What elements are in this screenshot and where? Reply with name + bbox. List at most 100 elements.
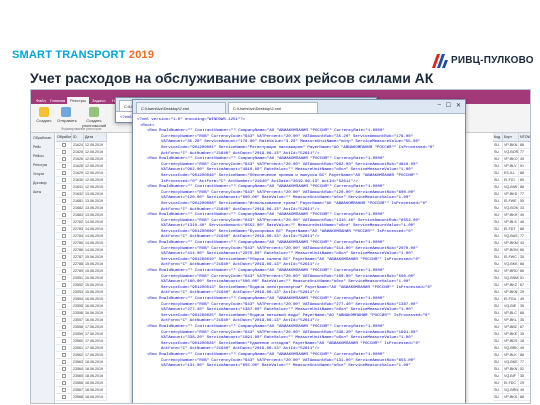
row-checkbox[interactable] [56,345,72,352]
row-checkbox[interactable] [56,331,72,338]
checkbox-icon[interactable] [62,227,66,231]
table-cell[interactable]: 22784 [72,233,84,240]
table-cell[interactable]: 23566 [72,380,84,387]
table-cell[interactable]: 66 [519,247,530,254]
table-cell[interactable]: 89 [519,177,530,184]
row-checkbox[interactable] [56,163,72,170]
table-cell[interactable]: SU [493,240,503,247]
checkbox-icon[interactable] [62,157,66,161]
table-cell[interactable]: 14.06.2019 [84,240,107,247]
table-cell[interactable]: 21625 [72,149,84,156]
table-cell[interactable]: 33 [519,205,530,212]
table-cell[interactable]: VP-BKO [503,156,519,163]
row-checkbox[interactable] [56,394,72,401]
table-cell[interactable]: 67 [519,282,530,289]
row-checkbox[interactable] [56,226,72,233]
table-cell[interactable]: 23555 [72,303,84,310]
table-cell[interactable]: 77 [519,359,530,366]
checkbox-icon[interactable] [62,381,66,385]
row-checkbox[interactable] [56,254,72,261]
column-header[interactable]: Борт [503,133,519,142]
row-checkbox[interactable] [56,380,72,387]
send-button[interactable]: Отправить [57,107,77,123]
table-cell[interactable]: EI-FWE [503,198,519,205]
table-cell[interactable]: SU [493,338,503,345]
table-cell[interactable]: 77 [519,149,530,156]
column-header[interactable]: NTOW [519,133,530,142]
table-cell[interactable]: VQ-BIF [503,373,519,380]
table-cell[interactable]: 13.06.2019 [84,191,107,198]
checkbox-icon[interactable] [62,164,66,168]
table-cell[interactable]: 49 [519,296,530,303]
table-cell[interactable]: 22786 [72,247,84,254]
table-cell[interactable]: 15.06.2019 [84,289,107,296]
table-cell[interactable]: 88 [519,261,530,268]
table-cell[interactable]: SU [493,352,503,359]
table-cell[interactable]: 14.06.2019 [84,233,107,240]
column-header[interactable]: Код [493,133,503,142]
table-cell[interactable]: 21628 [72,163,84,170]
table-cell[interactable]: 49 [519,212,530,219]
table-cell[interactable]: SU [493,254,503,261]
table-cell[interactable]: 23554 [72,296,84,303]
table-cell[interactable]: 77 [519,191,530,198]
checkbox-icon[interactable] [62,199,66,203]
table-cell[interactable]: SU [493,282,503,289]
checkbox-icon[interactable] [62,318,66,322]
table-cell[interactable]: SU [493,275,503,282]
row-checkbox[interactable] [56,247,72,254]
column-header[interactable]: Обработано [56,133,72,142]
table-cell[interactable]: SU [493,394,503,401]
table-cell[interactable]: 12.06.2019 [84,149,107,156]
maximize-icon[interactable]: ☐ [446,102,451,109]
table-cell[interactable]: 23565 [72,373,84,380]
table-cell[interactable]: 23568 [72,394,84,401]
table-cell[interactable]: 29 [519,380,530,387]
table-cell[interactable]: 67 [519,324,530,331]
row-checkbox[interactable] [56,219,72,226]
nav-item[interactable]: Обработан [32,135,54,142]
checkbox-icon[interactable] [62,241,66,245]
table-cell[interactable]: 23551 [72,275,84,282]
table-cell[interactable]: 88 [519,310,530,317]
table-cell[interactable]: VP-BRD [503,268,519,275]
table-cell[interactable]: EI-FDT [503,226,519,233]
create-button[interactable]: Создать [35,107,53,123]
table-cell[interactable]: 18.06.2019 [84,387,107,394]
checkbox-icon[interactable] [62,213,66,217]
row-checkbox[interactable] [56,191,72,198]
checkbox-icon[interactable] [62,304,66,308]
checkbox-icon[interactable] [62,143,66,147]
table-cell[interactable]: SU [493,359,503,366]
tab-home[interactable]: Главная [47,97,68,104]
table-cell[interactable]: 88 [519,142,530,149]
table-cell[interactable]: 51 [519,275,530,282]
checkbox-icon[interactable] [62,255,66,259]
table-cell[interactable]: EI-FDC [503,380,519,387]
row-checkbox[interactable] [56,352,72,359]
table-cell[interactable]: 16.06.2019 [84,303,107,310]
table-cell[interactable]: 16.06.2019 [84,296,107,303]
table-cell[interactable]: 55 [519,198,530,205]
table-cell[interactable]: 22785 [72,240,84,247]
row-checkbox[interactable] [56,156,72,163]
table-cell[interactable]: 15.06.2019 [84,261,107,268]
table-cell[interactable]: 18.06.2019 [84,394,107,401]
checkbox-icon[interactable] [62,276,66,280]
table-cell[interactable]: 43 [519,240,530,247]
table-cell[interactable]: SU [493,142,503,149]
row-checkbox[interactable] [56,198,72,205]
table-cell[interactable]: 35 [519,303,530,310]
row-checkbox[interactable] [56,205,72,212]
notepad-front-tab-inactive[interactable]: C:\Users\ivz\Desktop\2.xml [136,102,226,113]
table-cell[interactable]: SU [493,268,503,275]
table-cell[interactable]: VP-BLK [503,352,519,359]
table-cell[interactable]: 16.06.2019 [84,310,107,317]
table-cell[interactable]: SU [493,247,503,254]
table-cell[interactable]: SU [493,324,503,331]
row-checkbox[interactable] [56,310,72,317]
table-cell[interactable]: VQ-BRK [503,345,519,352]
row-checkbox[interactable] [56,338,72,345]
table-cell[interactable]: 15.06.2019 [84,254,107,261]
table-cell[interactable]: 35 [519,373,530,380]
